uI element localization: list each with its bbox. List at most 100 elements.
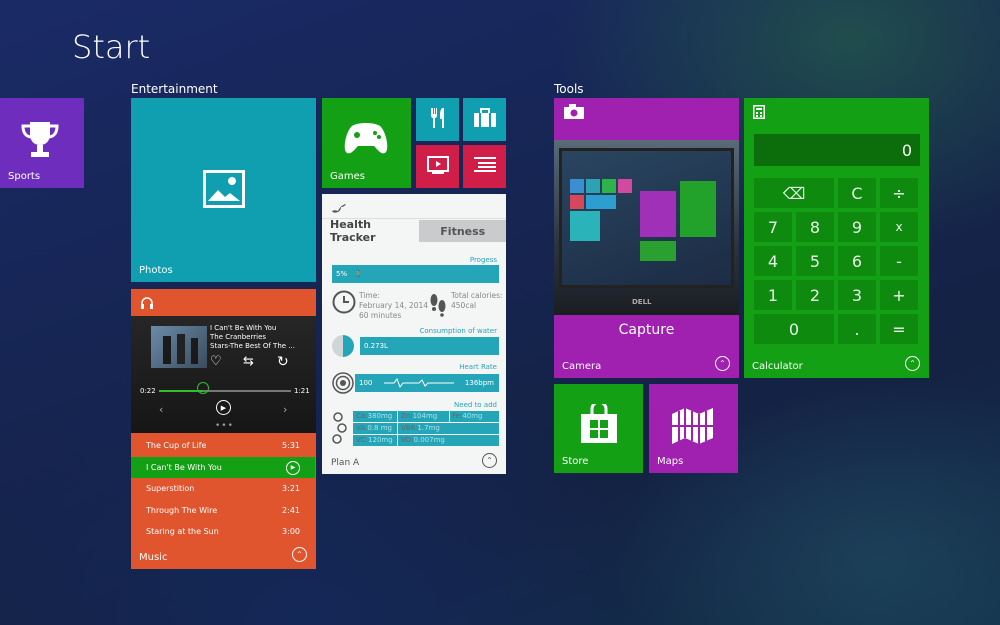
water-caption: Consumption of water <box>419 327 497 335</box>
nutrients-table: Ca:380mg Zn:104mg Fe:40mg VA:0.8 mg VB6:… <box>353 411 499 446</box>
divide-key[interactable]: ÷ <box>880 178 918 208</box>
xbox-controller-icon <box>342 120 390 160</box>
video-tile[interactable] <box>416 145 459 188</box>
heart-end: 136bpm <box>464 379 494 387</box>
key-0[interactable]: 0 <box>754 314 834 344</box>
time-label: Time: <box>359 291 380 300</box>
tab-fitness[interactable]: Fitness <box>418 220 506 242</box>
calories-value: 450cal <box>451 301 477 310</box>
collapse-up-icon[interactable]: ⌃ <box>482 453 497 468</box>
plus-key[interactable]: + <box>880 280 918 310</box>
collapse-up-icon[interactable]: ⌃ <box>905 356 920 371</box>
now-playing-title: I Can't Be With You <box>210 324 277 332</box>
song-row[interactable]: Through The Wire 2:41 <box>131 500 315 521</box>
photos-tile[interactable]: Photos <box>131 98 316 282</box>
progress-caption: Progess <box>469 256 497 264</box>
walking-icon: 🚶 <box>354 270 363 278</box>
seek-bar[interactable] <box>159 390 291 392</box>
song-row[interactable]: Superstition 3:21 <box>131 478 315 499</box>
key-3[interactable]: 3 <box>838 280 876 310</box>
maps-tile[interactable]: Maps <box>649 384 738 473</box>
heart-start: 100 <box>359 379 373 387</box>
pulse-icon <box>332 372 354 398</box>
music-tile[interactable]: I Can't Be With You The Cranberries Star… <box>131 289 316 569</box>
heart-rate-caption: Heart Rate <box>459 363 497 371</box>
play-icon[interactable]: ▶ <box>286 460 300 475</box>
map-icon <box>671 406 717 450</box>
pills-icon <box>332 411 348 449</box>
calculator-tile[interactable]: 0 ⌫ C ÷ 7 8 9 x 4 5 6 - 1 2 3 + 0 . = Ca… <box>744 98 929 378</box>
heart-rate-bar: 100 136bpm <box>355 374 499 392</box>
calculator-display: 0 <box>754 134 920 166</box>
calculator-label: Calculator <box>752 361 803 372</box>
group-title-entertainment: Entertainment <box>131 82 218 96</box>
health-tracker-tile[interactable]: Health Tracker Fitness Progess 5% 🚶 Time… <box>322 194 506 474</box>
play-icon[interactable]: ▶ <box>216 400 231 415</box>
trophy-icon <box>18 118 62 166</box>
games-tile[interactable]: Games <box>322 98 411 188</box>
now-playing-artist: The Cranberries <box>210 333 267 341</box>
heart-icon[interactable]: ♡ <box>210 354 222 369</box>
next-icon[interactable]: › <box>283 403 287 416</box>
calories-label: Total calories: <box>451 291 503 300</box>
footprints-icon <box>428 291 448 321</box>
camera-icon <box>563 104 585 124</box>
store-label: Store <box>562 456 589 467</box>
song-row[interactable]: Staring at the Sun 3:00 <box>131 521 315 542</box>
monitor-brand: DELL <box>632 298 652 306</box>
sports-label: Sports <box>8 171 41 182</box>
photo-icon <box>203 170 245 212</box>
previous-icon[interactable]: ‹ <box>159 403 163 416</box>
food-tile[interactable] <box>416 98 459 141</box>
multiply-key[interactable]: x <box>880 212 918 242</box>
now-playing-panel: I Can't Be With You The Cranberries Star… <box>131 316 316 433</box>
album-art <box>151 326 207 368</box>
total-time: 1:21 <box>294 387 310 395</box>
key-4[interactable]: 4 <box>754 246 792 276</box>
news-lines-icon <box>473 156 496 177</box>
equals-key[interactable]: = <box>880 314 918 344</box>
elapsed-time: 0:22 <box>140 387 156 395</box>
collapse-up-icon[interactable]: ⌃ <box>292 547 307 562</box>
key-2[interactable]: 2 <box>796 280 834 310</box>
time-duration: 60 minutes <box>359 311 402 320</box>
more-dots-icon[interactable]: ••• <box>215 421 234 431</box>
key-8[interactable]: 8 <box>796 212 834 242</box>
photos-label: Photos <box>139 265 173 276</box>
sports-tile[interactable]: Sports <box>0 98 84 188</box>
key-7[interactable]: 7 <box>754 212 792 242</box>
song-row-selected[interactable]: I Can't Be With You ▶ <box>131 457 315 478</box>
capture-button[interactable]: Capture <box>554 322 739 338</box>
water-pie-icon <box>332 335 354 357</box>
key-1[interactable]: 1 <box>754 280 792 310</box>
calculator-icon <box>753 104 765 123</box>
tab-health-tracker[interactable]: Health Tracker <box>330 218 419 244</box>
now-playing-album: Stars-The Best Of The ... <box>210 342 295 350</box>
camera-label: Camera <box>562 361 602 372</box>
news-tile[interactable] <box>463 145 506 188</box>
collapse-up-icon[interactable]: ⌃ <box>715 356 730 371</box>
group-title-tools: Tools <box>554 82 584 96</box>
water-bar: 0.273L <box>360 337 499 355</box>
store-tile[interactable]: Store <box>554 384 643 473</box>
key-5[interactable]: 5 <box>796 246 834 276</box>
time-date: February 14, 2014 <box>359 301 429 310</box>
repeat-icon[interactable]: ↻ <box>277 354 289 370</box>
water-value: 0.273L <box>364 342 388 350</box>
travel-tile[interactable] <box>463 98 506 141</box>
progress-bar: 5% 🚶 <box>332 265 499 283</box>
shuffle-icon[interactable]: ⇆ <box>243 354 254 369</box>
backspace-key[interactable]: ⌫ <box>754 178 834 208</box>
key-9[interactable]: 9 <box>838 212 876 242</box>
song-row[interactable]: The Cup of Life 5:31 <box>131 435 315 456</box>
music-label: Music <box>139 552 168 563</box>
decimal-key[interactable]: . <box>838 314 876 344</box>
camera-tile[interactable]: DELL Capture Camera ⌃ <box>554 98 739 378</box>
heart-wave-icon <box>383 378 454 388</box>
clear-key[interactable]: C <box>838 178 876 208</box>
seek-handle[interactable] <box>196 382 209 394</box>
minus-key[interactable]: - <box>880 246 918 276</box>
key-6[interactable]: 6 <box>838 246 876 276</box>
video-play-icon <box>426 155 449 178</box>
games-label: Games <box>330 171 365 182</box>
